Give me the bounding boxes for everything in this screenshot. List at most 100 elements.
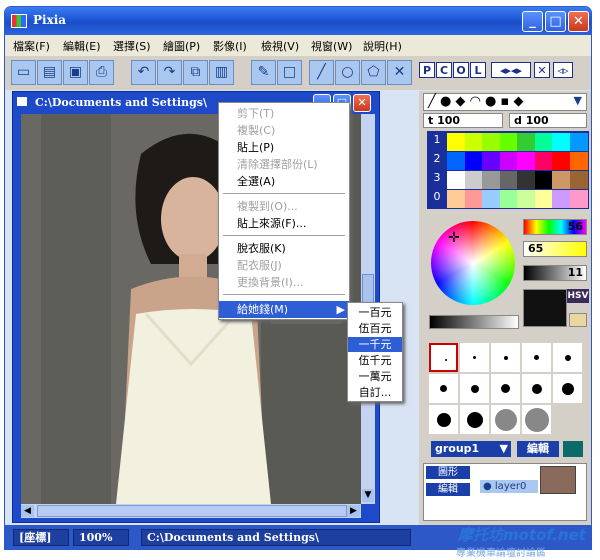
menu-file[interactable]: 檔案(F): [13, 38, 50, 54]
hsv-button[interactable]: HSV: [567, 289, 589, 303]
palette-row-1[interactable]: 1: [429, 133, 445, 151]
scroll-down-icon[interactable]: ▼: [362, 489, 374, 502]
x-icon[interactable]: ✕: [534, 62, 550, 78]
palette-swatch[interactable]: [552, 152, 570, 170]
menu-give-money[interactable]: 給她錢(M) ▶: [219, 301, 349, 318]
palette-swatch[interactable]: [447, 171, 465, 189]
scroll-left-icon[interactable]: ◀: [21, 505, 34, 517]
brush-size-option[interactable]: [429, 343, 458, 372]
submenu-item[interactable]: 一萬元: [348, 369, 402, 384]
palette-swatch[interactable]: [517, 133, 535, 151]
palette-swatch[interactable]: [482, 152, 500, 170]
brush-size-option[interactable]: [429, 405, 458, 434]
palette-swatch[interactable]: [534, 152, 553, 170]
circle-icon[interactable]: ○: [335, 60, 360, 85]
palette-swatch[interactable]: [447, 152, 465, 170]
saturation-slider[interactable]: 65: [523, 241, 587, 257]
palette-swatch[interactable]: [464, 133, 483, 151]
palette-swatch[interactable]: [569, 152, 588, 170]
tab-o[interactable]: O: [453, 62, 469, 78]
palette-swatch[interactable]: [552, 133, 570, 151]
menu-paste-from[interactable]: 貼上來源(F)...: [219, 215, 349, 232]
new-file-icon[interactable]: ▭: [11, 60, 36, 85]
menu-view[interactable]: 檢視(V): [261, 38, 299, 54]
menu-change-background[interactable]: 更換背景(I)...: [219, 274, 349, 291]
maximize-button[interactable]: □: [545, 11, 566, 32]
color-palette[interactable]: [427, 131, 589, 209]
gray-gradient-bar[interactable]: [429, 315, 519, 329]
color-wheel[interactable]: ✛: [431, 221, 515, 305]
polygon-icon[interactable]: ⬠: [361, 60, 386, 85]
palette-swatch[interactable]: [482, 133, 500, 151]
horizontal-scroll-thumb[interactable]: [37, 505, 347, 517]
minimize-button[interactable]: _: [522, 11, 543, 32]
rectangle-icon[interactable]: □: [277, 60, 302, 85]
horizontal-scrollbar[interactable]: ◀ ▶: [21, 504, 361, 518]
eraser-icon[interactable]: ✎: [251, 60, 276, 85]
palette-swatch[interactable]: [517, 152, 535, 170]
menu-help[interactable]: 說明(H): [363, 38, 402, 54]
brush-size-option[interactable]: [491, 374, 520, 403]
brush-size-option[interactable]: [460, 405, 489, 434]
submenu-item[interactable]: 伍百元: [348, 321, 402, 336]
brush-size-option[interactable]: [460, 343, 489, 372]
palette-swatch[interactable]: [499, 190, 518, 208]
brush-tool-row[interactable]: ╱ ● ◆ ◠ ● ▪ ◆ ▼: [423, 93, 587, 111]
palette-swatch[interactable]: [534, 190, 553, 208]
save-icon[interactable]: ▣: [63, 60, 88, 85]
menu-undress[interactable]: 脫衣服(K): [219, 240, 349, 257]
close-button[interactable]: ✕: [568, 11, 589, 32]
thickness-field[interactable]: t 100: [423, 113, 503, 128]
menu-clear-selection[interactable]: 清除選擇部份(L): [219, 156, 349, 173]
undo-icon[interactable]: ↶: [131, 60, 156, 85]
palette-swatch[interactable]: [517, 190, 535, 208]
palette-swatch[interactable]: [569, 133, 588, 151]
palette-swatch[interactable]: [499, 133, 518, 151]
palette-swatch[interactable]: [482, 171, 500, 189]
palette-swatch[interactable]: [447, 133, 465, 151]
brush-size-option[interactable]: [522, 374, 551, 403]
menu-cut[interactable]: 剪下(T): [219, 105, 349, 122]
value-slider[interactable]: 11: [523, 265, 587, 281]
flip-icon[interactable]: ◃▹: [553, 62, 573, 78]
layer-shape-button[interactable]: 圖形: [426, 466, 470, 479]
scroll-right-icon[interactable]: ▶: [347, 505, 360, 517]
palette-row-3[interactable]: 3: [429, 171, 445, 189]
brush-size-option[interactable]: [553, 343, 582, 372]
submenu-item[interactable]: 一百元: [348, 305, 402, 320]
tab-l[interactable]: L: [470, 62, 486, 78]
print-icon[interactable]: ⎙: [89, 60, 114, 85]
layer-edit-button[interactable]: 編輯: [426, 483, 470, 496]
brush-size-option[interactable]: [491, 405, 520, 434]
line-icon[interactable]: ╱: [309, 60, 334, 85]
palette-swatch[interactable]: [569, 190, 588, 208]
brush-size-option[interactable]: [522, 405, 551, 434]
doc-close-button[interactable]: ✕: [353, 94, 371, 112]
palette-swatch[interactable]: [499, 171, 518, 189]
open-folder-icon[interactable]: ▤: [37, 60, 62, 85]
palette-swatch[interactable]: [552, 171, 570, 189]
paste-icon[interactable]: ▥: [209, 60, 234, 85]
title-bar[interactable]: Pixia _ □ ✕: [5, 7, 591, 35]
submenu-item-highlighted[interactable]: 一千元: [348, 337, 402, 352]
palette-swatch[interactable]: [569, 171, 588, 189]
palette-swatch[interactable]: [517, 171, 535, 189]
arrows-icon[interactable]: ◂▸◂▸: [491, 62, 531, 78]
palette-swatch[interactable]: [482, 190, 500, 208]
current-color-swatch[interactable]: [523, 289, 567, 327]
palette-row-0[interactable]: 0: [429, 190, 445, 208]
palette-swatch[interactable]: [447, 190, 465, 208]
palette-swatch[interactable]: [464, 171, 483, 189]
submenu-item[interactable]: 伍千元: [348, 353, 402, 368]
brush-size-option[interactable]: [522, 343, 551, 372]
brush-size-option[interactable]: [429, 374, 458, 403]
folder-icon[interactable]: [569, 313, 587, 327]
brush-size-option[interactable]: [460, 374, 489, 403]
palette-swatch[interactable]: [464, 190, 483, 208]
menu-image[interactable]: 影像(I): [213, 38, 247, 54]
submenu-item[interactable]: 自訂...: [348, 385, 402, 400]
brush-size-grid[interactable]: [429, 343, 587, 439]
menu-edit[interactable]: 編輯(E): [63, 38, 101, 54]
layer-group-select[interactable]: group1 ▼: [431, 441, 511, 457]
brush-size-option[interactable]: [553, 374, 582, 403]
